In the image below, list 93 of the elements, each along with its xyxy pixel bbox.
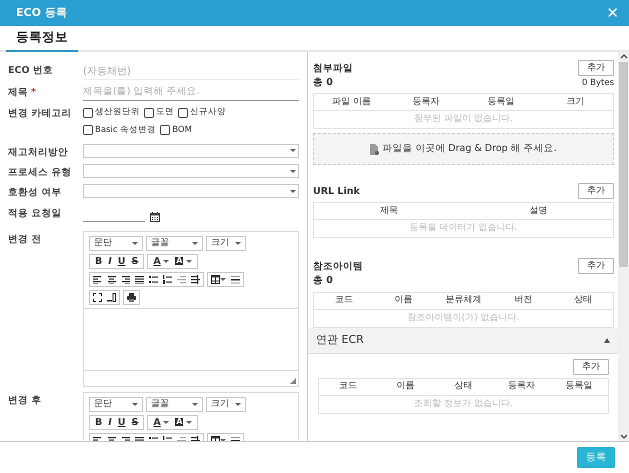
dropdown[interactable]: 크기	[206, 396, 246, 412]
table-icon	[211, 274, 220, 284]
justify-icon[interactable]	[135, 274, 144, 284]
count-label: 총 0	[313, 274, 333, 288]
add-button[interactable]: 추가	[578, 258, 614, 274]
column-header: 코드	[334, 294, 354, 307]
dropdown[interactable]: 크기	[206, 236, 246, 251]
drop-zone[interactable]: 파일을 이곳에 Drag & Drop 해 주세요.	[313, 133, 614, 166]
column-header: 이름	[394, 294, 414, 307]
column-header: 상태	[453, 380, 474, 393]
scroll-down-icon[interactable]	[620, 433, 628, 441]
column-header: 등록자	[506, 380, 536, 393]
empty-message: 첨부된 파일이 없습니다.	[413, 113, 514, 126]
field-label: 호환성 여부	[8, 186, 62, 200]
format-button[interactable]: U	[116, 418, 128, 427]
format-button[interactable]: I	[106, 418, 114, 427]
field-label: 변경 전	[8, 232, 42, 247]
background-color-button[interactable]: A	[173, 257, 194, 266]
field-label: 변경 카테고리	[8, 107, 72, 122]
size-label: 0 Bytes	[582, 76, 614, 90]
field-label: 적용 요청일	[8, 206, 62, 220]
format-button[interactable]: U	[116, 256, 128, 266]
select-field[interactable]	[83, 144, 299, 158]
select-field[interactable]	[83, 184, 299, 198]
column-header: 등록자	[412, 96, 441, 108]
resize-grip-icon[interactable]	[290, 378, 296, 384]
column-header: 버전	[513, 294, 534, 307]
align-center-icon[interactable]	[107, 274, 116, 284]
empty-message: 조회할 정보가 없습니다.	[413, 398, 514, 410]
count-label: 총 0	[313, 76, 333, 90]
column-header: 크기	[566, 96, 586, 108]
column-header: 등록일	[564, 380, 594, 393]
format-button[interactable]: B	[93, 256, 104, 266]
column-header: 코드	[338, 380, 358, 393]
select-field[interactable]	[83, 164, 299, 178]
table-button[interactable]	[211, 274, 226, 284]
numbered-list-icon[interactable]	[163, 274, 172, 284]
checkbox-option[interactable]: 생산원단위	[83, 106, 140, 119]
indent-icon[interactable]	[191, 274, 200, 284]
bullet-list-icon[interactable]	[149, 274, 158, 284]
scrollbar[interactable]	[618, 52, 629, 441]
checkbox-option[interactable]: 도면	[144, 106, 174, 119]
window-title: ECO 등록	[16, 4, 67, 21]
align-left-icon[interactable]	[93, 274, 102, 284]
collapse-icon[interactable]	[604, 338, 610, 342]
dropdown[interactable]: 문단	[89, 396, 143, 412]
section-title: URL Link	[313, 185, 360, 199]
panel-header[interactable]: 연관 ECR	[308, 328, 618, 354]
horizontal-line-icon[interactable]	[231, 274, 240, 284]
format-button[interactable]: S	[130, 256, 140, 266]
column-header: 이름	[396, 380, 416, 393]
scrollbar-thumb[interactable]	[619, 62, 628, 267]
text-color-button[interactable]: A	[151, 256, 172, 266]
empty-message: 등록될 데이터가 없습니다.	[408, 222, 518, 236]
field-label: 변경 후	[8, 394, 42, 408]
section-title: 첨부파일	[313, 62, 353, 76]
checkbox-option[interactable]: Basic 속성변경	[83, 124, 156, 137]
dropdown[interactable]: 글꼴	[146, 396, 203, 412]
align-right-icon[interactable]	[121, 274, 130, 284]
dropdown[interactable]: 문단	[89, 236, 143, 251]
section-title: 참조아이템	[313, 260, 363, 274]
scroll-up-icon[interactable]	[620, 52, 628, 60]
column-header: 파일 이름	[330, 96, 372, 108]
print-icon[interactable]	[127, 292, 136, 302]
empty-message: 참조아이템이(가) 없습니다.	[406, 312, 520, 324]
format-button[interactable]: B	[93, 418, 104, 427]
field-value: (자동채번)	[83, 62, 299, 80]
fullscreen-icon[interactable]	[93, 292, 102, 302]
required-mark: *	[31, 87, 36, 98]
tab[interactable]: 등록정보	[6, 26, 78, 52]
add-button[interactable]: 추가	[578, 60, 614, 76]
text-field[interactable]: 제목을(를) 입력해 주세요.	[83, 84, 299, 102]
field-label: ECO 번호	[8, 64, 54, 78]
column-header: 분류체계	[444, 294, 482, 307]
column-header: 상태	[573, 294, 594, 307]
text-color-button[interactable]: A	[151, 418, 172, 427]
field-label: 제목	[8, 87, 28, 98]
checkbox-option[interactable]: 신규사양	[178, 106, 226, 119]
column-header: 제목	[378, 204, 399, 218]
add-button[interactable]: 추가	[578, 183, 614, 200]
add-button[interactable]: 추가	[573, 358, 609, 374]
field-label: 프로세스 유형	[8, 166, 72, 180]
format-button[interactable]: S	[130, 418, 140, 427]
column-header: 설명	[528, 204, 548, 218]
source-icon[interactable]	[107, 292, 116, 302]
calendar-icon[interactable]	[150, 212, 160, 222]
background-color-button[interactable]: A	[173, 418, 194, 426]
column-header: 등록일	[486, 96, 516, 108]
field-label: 재고처리방안	[8, 146, 69, 160]
file-icon	[370, 144, 380, 155]
format-button[interactable]: I	[106, 256, 114, 266]
dropdown[interactable]: 글꼴	[146, 236, 203, 251]
checkbox-option[interactable]: BOM	[160, 124, 192, 137]
